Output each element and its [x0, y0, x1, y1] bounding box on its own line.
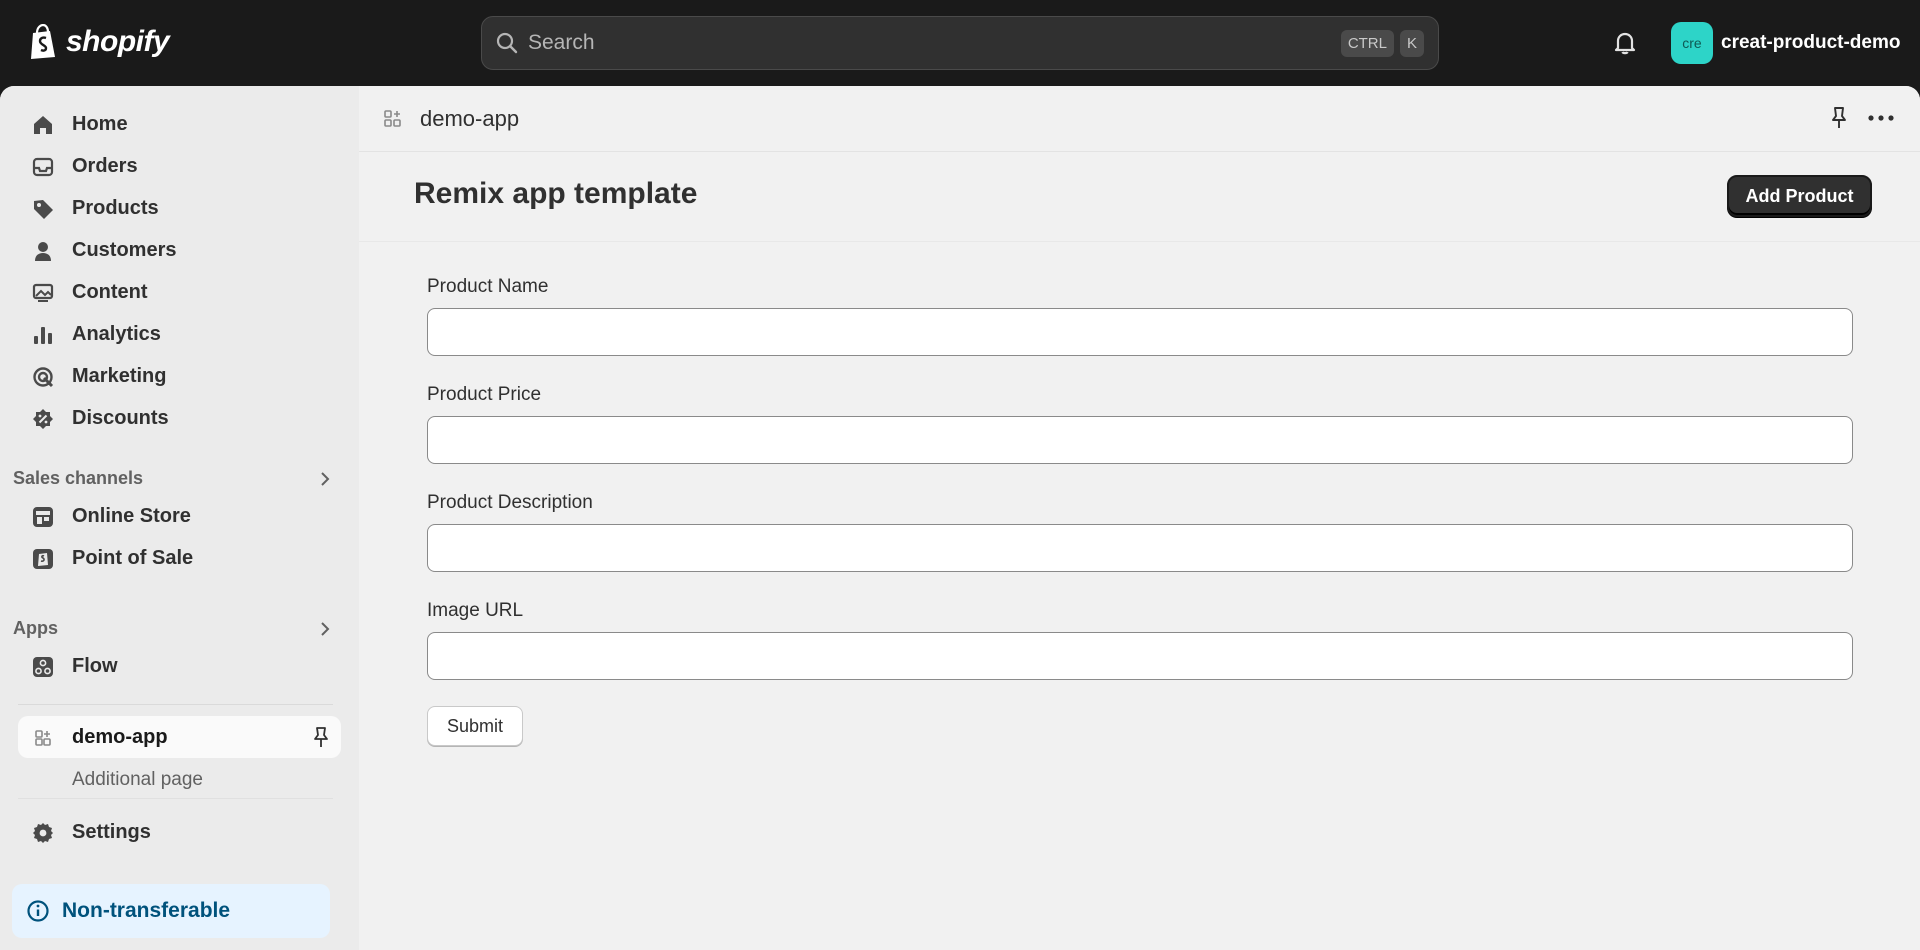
image-url-input[interactable] [427, 632, 1853, 680]
sidebar-item-label: Settings [72, 820, 151, 843]
home-icon [34, 116, 52, 134]
discount-icon [33, 409, 53, 429]
title-divider [359, 241, 1920, 242]
chevron-right-icon [321, 622, 330, 636]
shortcut-key-k: K [1399, 29, 1424, 57]
sidebar: Home Orders Products Customers Content A… [0, 86, 359, 950]
orders-icon [32, 157, 54, 177]
sidebar-item-customers[interactable]: Customers [18, 230, 341, 270]
app-title: demo-app [420, 106, 520, 131]
store-avatar: cre [1671, 22, 1713, 64]
sidebar-item-label: Content [72, 280, 148, 303]
chevron-right-icon [321, 472, 330, 486]
sidebar-item-label: Flow [72, 654, 118, 677]
info-icon [27, 900, 49, 922]
sidebar-item-label: Point of Sale [72, 546, 194, 569]
app-grid-icon [35, 730, 51, 746]
pin-icon[interactable] [311, 726, 331, 748]
sidebar-item-discounts[interactable]: Discounts [18, 398, 341, 438]
search-bar[interactable]: Search CTRL K [481, 16, 1439, 70]
tag-icon [34, 200, 53, 219]
search-icon [496, 32, 518, 54]
more-options-icon[interactable] [1867, 108, 1895, 128]
sidebar-item-online-store[interactable]: Online Store [18, 496, 341, 536]
pin-icon[interactable] [1828, 106, 1850, 130]
sidebar-item-label: Orders [72, 154, 138, 177]
person-icon [35, 242, 51, 261]
sidebar-item-orders[interactable]: Orders [18, 146, 341, 186]
sidebar-item-label: Marketing [72, 364, 167, 387]
bell-icon [1614, 32, 1636, 55]
shortcut-key-ctrl: CTRL [1340, 29, 1394, 57]
notifications-button[interactable] [1612, 30, 1638, 61]
sidebar-item-point-of-sale[interactable]: Point of Sale [18, 538, 341, 578]
sidebar-item-label: Products [72, 196, 159, 219]
target-icon [33, 367, 54, 388]
app-grid-icon [384, 110, 401, 127]
search-placeholder: Search [528, 31, 595, 54]
sidebar-item-label: demo-app [72, 725, 168, 748]
sidebar-item-label: Home [72, 112, 128, 135]
store-name: creat-product-demo [1721, 32, 1901, 53]
logo-text: shopify [66, 25, 170, 58]
sidebar-item-demo-app[interactable]: demo-app [18, 716, 341, 758]
sidebar-item-analytics[interactable]: Analytics [18, 314, 341, 354]
product-description-label: Product Description [427, 492, 593, 513]
gear-icon [33, 823, 53, 843]
sidebar-item-home[interactable]: Home [18, 104, 341, 144]
image-url-label: Image URL [427, 600, 524, 621]
sidebar-item-label: Analytics [72, 322, 161, 345]
sidebar-item-label: Online Store [72, 504, 191, 527]
app-title-bar: demo-app [359, 86, 1920, 152]
product-name-label: Product Name [427, 276, 549, 297]
pos-icon [33, 549, 53, 569]
add-product-button[interactable]: Add Product [1727, 175, 1872, 217]
shopify-bag-icon [31, 24, 55, 59]
flow-icon [33, 657, 53, 677]
sales-channels-expand-button[interactable] [318, 470, 332, 493]
product-price-label: Product Price [427, 384, 542, 405]
sidebar-divider [18, 704, 333, 705]
sidebar-item-settings[interactable]: Settings [18, 812, 341, 852]
shopify-logo[interactable]: shopify [28, 24, 170, 60]
admin-frame: Home Orders Products Customers Content A… [0, 86, 1920, 950]
sidebar-item-marketing[interactable]: Marketing [18, 356, 341, 396]
apps-heading: Apps [13, 618, 58, 638]
top-bar: shopify Search CTRL K cre creat-product-… [0, 0, 1920, 86]
store-menu-button[interactable]: cre creat-product-demo [1671, 22, 1900, 64]
sidebar-item-content[interactable]: Content [18, 272, 341, 312]
sidebar-divider [18, 798, 333, 799]
product-name-input[interactable] [427, 308, 1853, 356]
main-content: demo-app Remix app template Add Product … [359, 86, 1920, 950]
bar-chart-icon [34, 327, 52, 344]
sidebar-item-products[interactable]: Products [18, 188, 341, 228]
apps-expand-button[interactable] [318, 620, 332, 643]
sidebar-item-flow[interactable]: Flow [18, 646, 341, 686]
image-icon [32, 283, 54, 302]
badge-label: Non-transferable [62, 899, 231, 922]
page-title: Remix app template [414, 177, 698, 210]
submit-button[interactable]: Submit [427, 706, 523, 746]
product-description-input[interactable] [427, 524, 1853, 572]
non-transferable-badge[interactable]: Non-transferable [12, 884, 330, 938]
sidebar-item-label: Discounts [72, 406, 169, 429]
store-icon [33, 507, 53, 527]
sales-channels-heading: Sales channels [13, 468, 144, 488]
sidebar-subitem-additional-page[interactable]: Additional page [72, 769, 203, 791]
product-price-input[interactable] [427, 416, 1853, 464]
sidebar-item-label: Customers [72, 238, 177, 261]
